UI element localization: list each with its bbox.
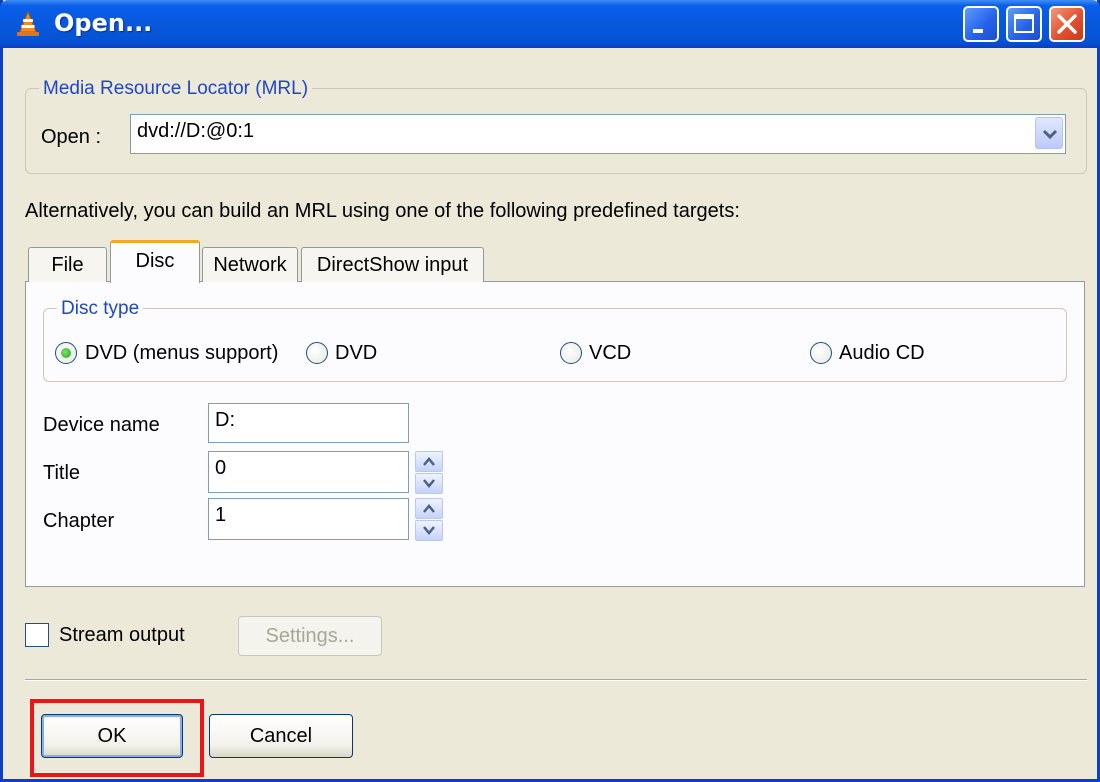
radio-dvd-menus-label[interactable]: DVD (menus support) [85,342,278,365]
cancel-button[interactable]: Cancel [209,714,353,758]
chapter-spin-down[interactable] [415,520,443,541]
chapter-value: 1 [215,504,227,526]
title-bar[interactable]: Open... [0,0,1100,48]
vlc-cone-icon [17,10,39,36]
tab-network[interactable]: Network [202,247,298,282]
open-dialog: Open... Media Resource Locator (MRL) Ope… [0,0,1100,782]
title-spin-up[interactable] [415,451,443,472]
stream-output-checkbox[interactable] [25,623,49,647]
chapter-spinner[interactable] [415,498,443,542]
settings-button[interactable]: Settings... [238,616,382,656]
title-value: 0 [215,457,227,479]
arrow-up-icon [423,457,435,466]
close-icon [1057,14,1077,34]
cancel-button-label: Cancel [249,724,313,747]
tab-disc[interactable]: Disc [110,240,200,283]
device-name-value: D: [215,409,235,431]
radio-dvd-label[interactable]: DVD [335,342,377,365]
chevron-down-icon [1042,129,1058,140]
arrow-up-icon [423,504,435,513]
arrow-down-icon [423,526,435,535]
tab-file[interactable]: File [28,247,107,282]
radio-audio-cd[interactable] [810,342,832,364]
device-name-label: Device name [43,414,160,436]
chapter-label: Chapter [43,510,115,532]
minimize-button[interactable] [963,6,999,42]
predefined-targets-hint: Alternatively, you can build an MRL usin… [25,200,740,222]
minimize-icon [973,29,983,33]
radio-vcd-label[interactable]: VCD [589,342,631,365]
tab-file-label: File [51,254,84,276]
disc-type-legend: Disc type [57,298,144,320]
title-spinner[interactable] [415,451,443,495]
ok-button[interactable]: OK [41,714,183,758]
title-input[interactable]: 0 [208,451,409,493]
settings-button-label: Settings... [265,624,355,647]
window-title: Open... [54,9,153,37]
tab-directshow-label: DirectShow input [316,254,469,276]
device-name-input[interactable]: D: [208,403,409,443]
mrl-legend: Media Resource Locator (MRL) [39,78,313,100]
chapter-input[interactable]: 1 [208,498,409,540]
footer-separator [25,679,1087,681]
radio-dvd-menus[interactable] [55,342,77,364]
maximize-button[interactable] [1006,6,1042,42]
open-mrl-combobox[interactable]: dvd://D:@0:1 [130,114,1066,154]
radio-dvd[interactable] [306,342,328,364]
ok-button-label: OK [97,724,127,747]
combo-dropdown-button[interactable] [1035,117,1063,149]
title-spin-down[interactable] [415,473,443,494]
radio-audio-cd-label[interactable]: Audio CD [839,342,925,365]
open-mrl-value: dvd://D:@0:1 [137,120,255,142]
close-button[interactable] [1049,6,1085,42]
tab-directshow-input[interactable]: DirectShow input [301,247,484,282]
open-label: Open : [41,126,102,148]
tab-network-label: Network [213,254,287,276]
tab-disc-label: Disc [135,250,175,272]
maximize-icon [1014,14,1034,33]
stream-output-label[interactable]: Stream output [59,624,185,647]
chapter-spin-up[interactable] [415,498,443,519]
radio-vcd[interactable] [560,342,582,364]
arrow-down-icon [423,479,435,488]
title-label: Title [43,462,81,484]
